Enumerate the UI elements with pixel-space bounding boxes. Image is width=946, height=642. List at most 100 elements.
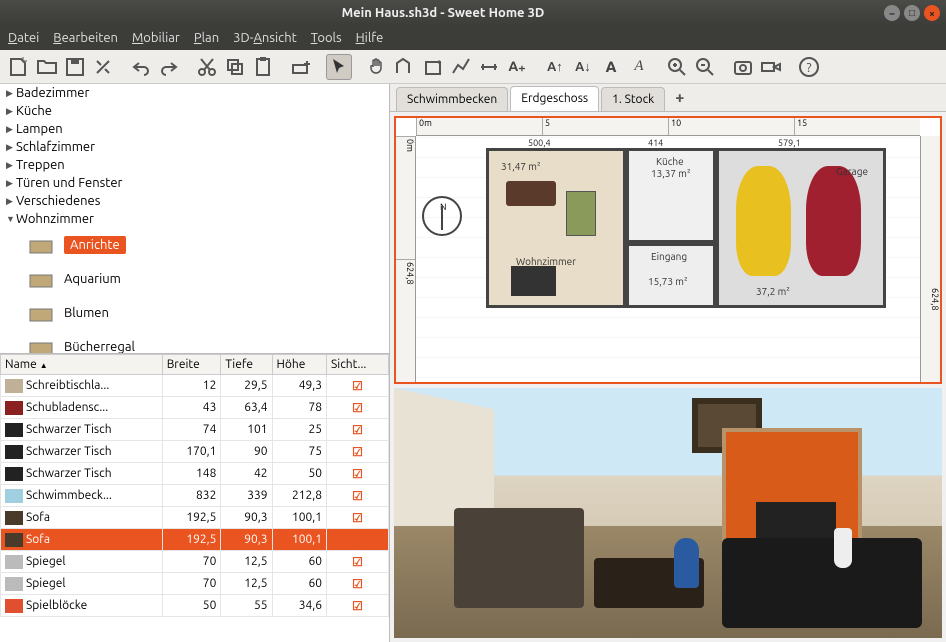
create-room-tool[interactable]	[420, 54, 446, 80]
plan-view[interactable]: 0m51015 0m624,8 624,8 N 500,4 414 579,1 …	[394, 116, 942, 384]
save-button[interactable]	[62, 54, 88, 80]
new-button[interactable]	[6, 54, 32, 80]
visible-checkbox[interactable]: ☑	[352, 556, 363, 569]
furniture-catalog[interactable]: ▶Badezimmer▶Küche▶Lampen▶Schlafzimmer▶Tr…	[0, 84, 389, 354]
close-button[interactable]: ×	[924, 5, 940, 21]
zoom-out-button[interactable]	[692, 54, 718, 80]
table-row[interactable]: Schwarzer Tisch170,19075☑	[1, 441, 389, 463]
text-increase-button[interactable]: A↑	[542, 54, 568, 80]
add-furniture-button[interactable]	[288, 54, 314, 80]
visible-checkbox[interactable]: ☑	[352, 446, 363, 459]
titlebar: Mein Haus.sh3d - Sweet Home 3D – □ ×	[0, 0, 946, 26]
photo-button[interactable]	[730, 54, 756, 80]
tab-1-stock[interactable]: 1. Stock	[601, 87, 665, 111]
ruler-horizontal: 0m51015	[416, 118, 920, 136]
category-verschiedenes[interactable]: ▶Verschiedenes	[0, 192, 389, 210]
col-4[interactable]: Sicht...	[327, 355, 389, 375]
table-icon[interactable]	[511, 266, 556, 296]
tab-erdgeschoss[interactable]: Erdgeschoss	[510, 86, 599, 111]
visible-checkbox[interactable]: ☑	[352, 490, 363, 503]
video-button[interactable]	[758, 54, 784, 80]
create-dimension-tool[interactable]	[476, 54, 502, 80]
text-bold-button[interactable]: A	[598, 54, 624, 80]
sofa-3d	[454, 508, 584, 608]
category-schlafzimmer[interactable]: ▶Schlafzimmer	[0, 138, 389, 156]
category-türen-und-fenster[interactable]: ▶Türen und Fenster	[0, 174, 389, 192]
table-row[interactable]: Schwarzer Tisch7410125☑	[1, 419, 389, 441]
table-row[interactable]: Spiegel7012,560☑	[1, 551, 389, 573]
col-2[interactable]: Tiefe	[221, 355, 272, 375]
create-polyline-tool[interactable]	[448, 54, 474, 80]
table-row[interactable]: Schwarzer Tisch1484250☑	[1, 463, 389, 485]
add-level-button[interactable]: +	[667, 85, 692, 111]
tab-schwimmbecken[interactable]: Schwimmbecken	[396, 87, 508, 111]
visible-checkbox[interactable]: ☑	[352, 512, 363, 525]
undo-button[interactable]	[128, 54, 154, 80]
cut-button[interactable]	[194, 54, 220, 80]
menu-plan[interactable]: Plan	[194, 31, 219, 45]
visible-checkbox[interactable]: ☑	[352, 402, 363, 415]
col-0[interactable]: Name	[1, 355, 163, 375]
category-wohnzimmer[interactable]: ▼Wohnzimmer	[0, 210, 389, 228]
menu-mobiliar[interactable]: Mobiliar	[132, 31, 180, 45]
visible-checkbox[interactable]: ☑	[352, 424, 363, 437]
table-row[interactable]: Schwimmbeck...832339212,8☑	[1, 485, 389, 507]
menu-tools[interactable]: Tools	[311, 31, 342, 45]
visible-checkbox[interactable]: ☑	[352, 600, 363, 613]
maximize-button[interactable]: □	[904, 5, 920, 21]
zoom-in-button[interactable]	[664, 54, 690, 80]
table-row[interactable]: Sofa192,590,3100,1☑	[1, 529, 389, 551]
menu-3d-ansicht[interactable]: 3D-Ansicht	[233, 31, 297, 45]
room-area: 31,47 m²	[501, 161, 541, 172]
menubar: Datei Bearbeiten Mobiliar Plan 3D-Ansicht Too…	[0, 26, 946, 50]
text-italic-button[interactable]: A	[626, 54, 652, 80]
visible-checkbox[interactable]: ☑	[352, 578, 363, 591]
minimize-button[interactable]: –	[884, 5, 900, 21]
table-row[interactable]: Sofa192,590,3100,1☑	[1, 507, 389, 529]
menu-datei[interactable]: Datei	[8, 31, 39, 45]
sofa-icon[interactable]	[506, 181, 556, 206]
pan-tool[interactable]	[364, 54, 390, 80]
dimension-label: 414	[646, 138, 665, 148]
menu-bearbeiten[interactable]: Bearbeiten	[53, 31, 118, 45]
create-text-tool[interactable]: A₊	[504, 54, 530, 80]
visible-checkbox[interactable]: ☑	[352, 534, 363, 547]
select-tool[interactable]	[326, 54, 352, 80]
create-walls-tool[interactable]	[392, 54, 418, 80]
category-badezimmer[interactable]: ▶Badezimmer	[0, 84, 389, 102]
room-area: 13,37 m²	[651, 168, 691, 179]
table-row[interactable]: Spielblöcke505534,6☑	[1, 595, 389, 617]
table-row[interactable]: Spiegel7012,560☑	[1, 573, 389, 595]
catalog-item-aquarium[interactable]: Aquarium	[0, 262, 389, 296]
catalog-item-shelf[interactable]: Bücherregal	[0, 330, 389, 354]
window-title: Mein Haus.sh3d - Sweet Home 3D	[6, 6, 880, 20]
open-button[interactable]	[34, 54, 60, 80]
visible-checkbox[interactable]: ☑	[352, 468, 363, 481]
room-area: 37,2 m²	[756, 286, 790, 297]
table-row[interactable]: Schreibtischla...1229,549,3☑	[1, 375, 389, 397]
room-label: Küche	[656, 156, 684, 167]
help-button[interactable]: ?	[796, 54, 822, 80]
aquarium-icon	[26, 267, 56, 291]
col-1[interactable]: Breite	[162, 355, 221, 375]
redo-button[interactable]	[156, 54, 182, 80]
catalog-item-dresser[interactable]: Anrichte	[0, 228, 389, 262]
catalog-item-flowers[interactable]: Blumen	[0, 296, 389, 330]
col-3[interactable]: Höhe	[272, 355, 326, 375]
category-treppen[interactable]: ▶Treppen	[0, 156, 389, 174]
visible-checkbox[interactable]: ☑	[352, 380, 363, 393]
svg-text:?: ?	[806, 61, 811, 75]
rug-icon[interactable]	[566, 191, 596, 236]
view-3d[interactable]	[394, 388, 942, 638]
category-küche[interactable]: ▶Küche	[0, 102, 389, 120]
table-row[interactable]: Schubladensc...4363,478☑	[1, 397, 389, 419]
copy-button[interactable]	[222, 54, 248, 80]
preferences-button[interactable]	[90, 54, 116, 80]
category-lampen[interactable]: ▶Lampen	[0, 120, 389, 138]
paste-button[interactable]	[250, 54, 276, 80]
ruler-vertical-left: 0m624,8	[396, 136, 416, 382]
furniture-list[interactable]: NameBreiteTiefeHöheSicht...Schreibtischl…	[0, 354, 389, 642]
menu-hilfe[interactable]: Hilfe	[356, 31, 384, 45]
text-decrease-button[interactable]: A↓	[570, 54, 596, 80]
ruler-vertical-right: 624,8	[920, 136, 940, 382]
